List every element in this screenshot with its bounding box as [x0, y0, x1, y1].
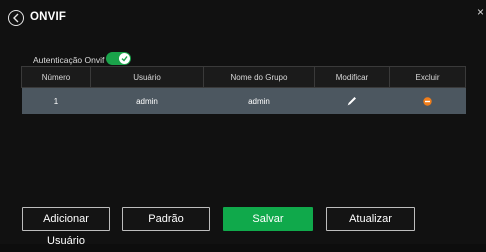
table-header-row: Número Usuário Nome do Grupo Modificar E…	[21, 66, 466, 88]
cell-usuario: admin	[90, 87, 204, 114]
pencil-icon[interactable]	[315, 95, 390, 107]
column-header-numero: Número	[21, 66, 91, 88]
header: ONVIF ×	[0, 0, 486, 36]
close-icon[interactable]: ×	[477, 6, 484, 18]
auth-onvif-toggle[interactable]	[106, 52, 131, 65]
cell-grupo: admin	[203, 87, 315, 114]
back-circle-icon[interactable]	[8, 10, 24, 26]
minus-circle-icon[interactable]	[390, 96, 466, 106]
table-row[interactable]: 1 admin admin	[21, 87, 466, 114]
column-header-modificar: Modificar	[314, 66, 390, 88]
column-header-usuario: Usuário	[90, 66, 204, 88]
delete-cell	[389, 87, 466, 114]
save-button[interactable]: Salvar	[223, 207, 313, 231]
onvif-panel: ONVIF × Autenticação Onvif Número Usuári…	[0, 0, 486, 247]
page-title: ONVIF	[30, 11, 67, 23]
check-icon	[121, 56, 128, 62]
column-header-grupo: Nome do Grupo	[203, 66, 315, 88]
toggle-knob	[119, 53, 130, 64]
add-user-button[interactable]: Adicionar Usuário	[22, 207, 110, 247]
edit-cell	[314, 87, 390, 114]
auth-onvif-label: Autenticação Onvif	[33, 55, 105, 65]
users-table: Número Usuário Nome do Grupo Modificar E…	[21, 66, 466, 114]
refresh-button[interactable]: Atualizar	[326, 207, 415, 231]
column-header-excluir: Excluir	[389, 66, 466, 88]
default-button[interactable]: Padrão	[122, 207, 210, 231]
cell-numero: 1	[21, 87, 91, 114]
